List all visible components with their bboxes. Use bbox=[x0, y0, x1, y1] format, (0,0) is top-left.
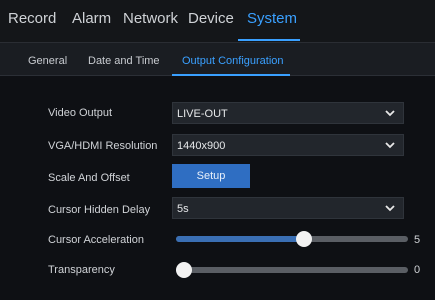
scale-offset-label: Scale And Offset bbox=[48, 172, 130, 184]
cursor-hidden-delay-label: Cursor Hidden Delay bbox=[48, 204, 151, 216]
video-output-label: Video Output bbox=[48, 107, 113, 119]
transparency-value: 0 bbox=[414, 264, 421, 276]
slider-track bbox=[176, 267, 408, 273]
resolution-value: 1440x900 bbox=[177, 140, 226, 152]
sub-navigation: General Date and Time Output Configurati… bbox=[0, 43, 435, 76]
resolution-select[interactable]: 1440x900 bbox=[172, 134, 404, 156]
resolution-label: VGA/HDMI Resolution bbox=[48, 140, 158, 152]
cursor-acceleration-label: Cursor Acceleration bbox=[48, 234, 144, 246]
cursor-acceleration-slider[interactable] bbox=[176, 229, 408, 249]
tab-system-indicator bbox=[238, 39, 300, 41]
slider-fill bbox=[176, 236, 304, 242]
tab-alarm[interactable]: Alarm bbox=[72, 10, 111, 27]
cursor-hidden-delay-value: 5s bbox=[177, 203, 189, 215]
video-output-select[interactable]: LIVE-OUT bbox=[172, 102, 404, 124]
subtab-output-configuration[interactable]: Output Configuration bbox=[182, 55, 284, 67]
tab-system[interactable]: System bbox=[247, 10, 297, 27]
tab-device[interactable]: Device bbox=[188, 10, 234, 27]
cursor-hidden-delay-select[interactable]: 5s bbox=[172, 197, 404, 219]
transparency-slider[interactable] bbox=[176, 260, 408, 280]
transparency-label: Transparency bbox=[48, 264, 115, 276]
video-output-value: LIVE-OUT bbox=[177, 108, 228, 120]
chevron-down-icon bbox=[385, 142, 395, 149]
subtab-date-and-time[interactable]: Date and Time bbox=[88, 55, 160, 67]
tab-record[interactable]: Record bbox=[8, 10, 56, 27]
cursor-acceleration-value: 5 bbox=[414, 234, 421, 246]
setup-button[interactable]: Setup bbox=[172, 164, 250, 188]
slider-thumb[interactable] bbox=[295, 231, 312, 247]
slider-thumb[interactable] bbox=[176, 262, 192, 278]
tab-network[interactable]: Network bbox=[123, 10, 178, 27]
chevron-down-icon bbox=[385, 110, 395, 117]
chevron-down-icon bbox=[385, 205, 395, 212]
top-navigation: Record Alarm Network Device System bbox=[0, 0, 435, 43]
subtab-general[interactable]: General bbox=[28, 55, 67, 67]
